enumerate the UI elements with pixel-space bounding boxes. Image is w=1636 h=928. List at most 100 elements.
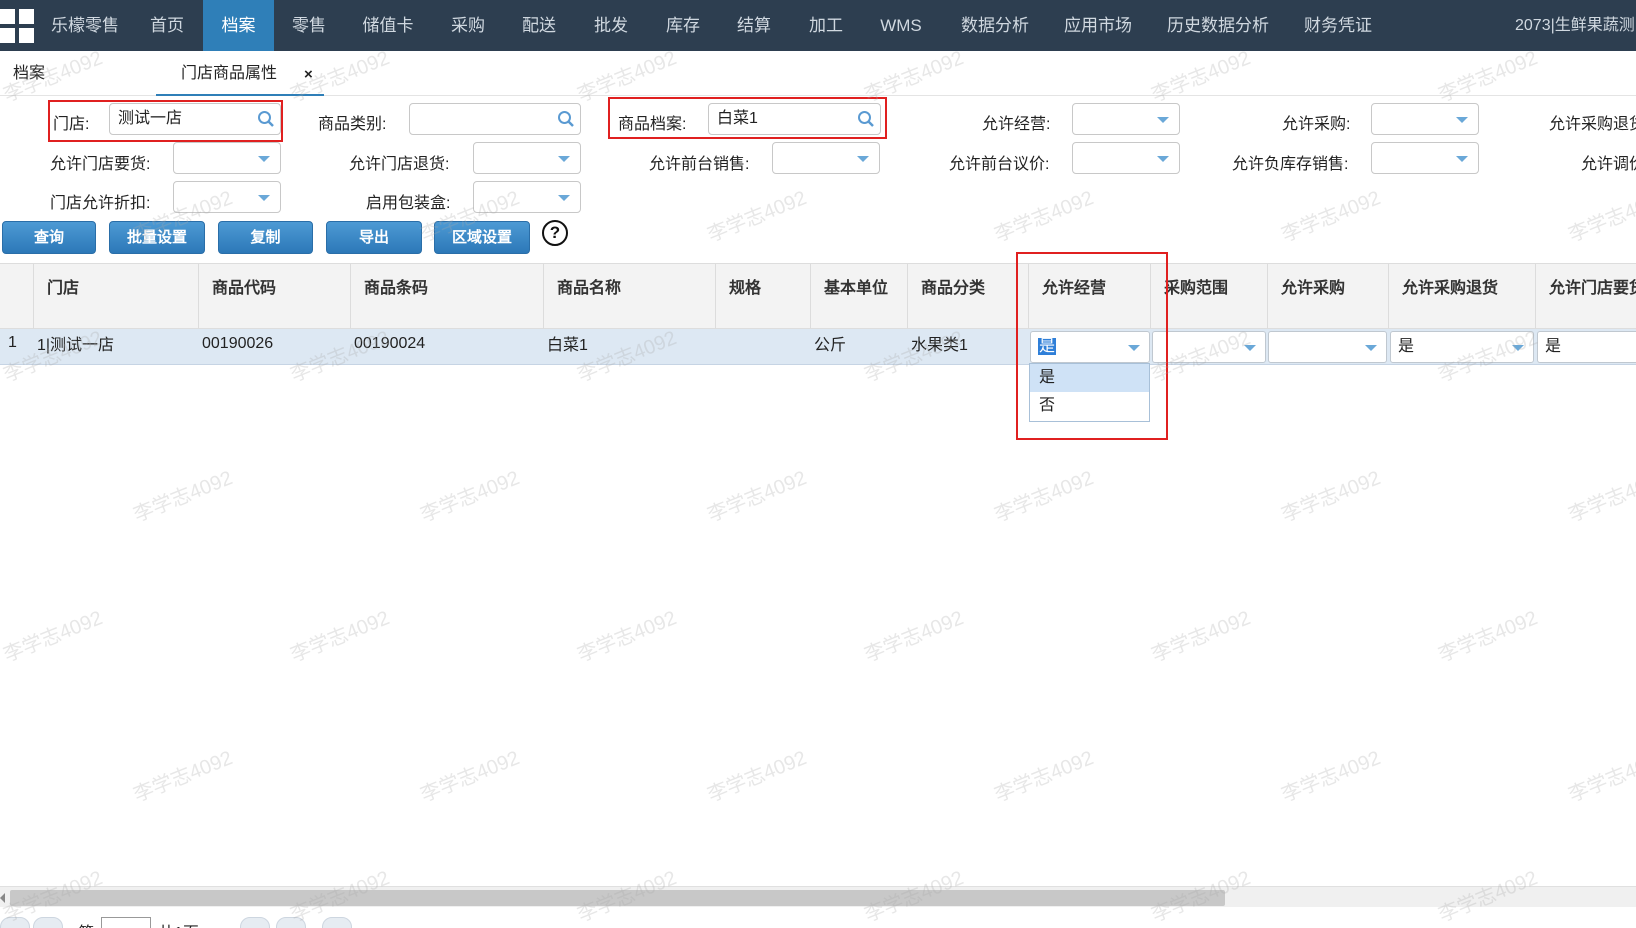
export-button[interactable]: 导出 <box>326 221 422 254</box>
allow-purchase-select[interactable] <box>1371 103 1479 135</box>
allow-negative-stock-select[interactable] <box>1371 142 1479 174</box>
help-icon[interactable]: ? <box>542 220 568 246</box>
watermark-text: 李学志4092 <box>1278 187 1384 247</box>
next-page-icon[interactable] <box>240 917 270 928</box>
nav-item-retail[interactable]: 零售 <box>279 0 339 51</box>
watermark-text: 李学志4092 <box>991 467 1097 527</box>
cell-unit[interactable]: 公斤 <box>810 329 907 365</box>
table-row[interactable]: 1 1|测试一店 00190026 00190024 白菜1 公斤 水果类1 是… <box>0 329 1636 365</box>
chevron-down-icon <box>258 156 270 162</box>
nav-item-archive[interactable]: 档案 <box>203 0 274 51</box>
nav-item-home[interactable]: 首页 <box>137 0 197 51</box>
column-header-barcode[interactable]: 商品条码 <box>350 264 543 330</box>
watermark-text: 李学志4092 <box>1278 467 1384 527</box>
batch-set-button[interactable]: 批量设置 <box>109 221 205 254</box>
item-input[interactable]: 白菜1 <box>708 103 881 135</box>
prev-page-icon[interactable] <box>33 917 63 928</box>
search-icon[interactable] <box>857 110 875 128</box>
nav-item-processing[interactable]: 加工 <box>796 0 856 51</box>
allow-store-return-label: 允许门店退货: <box>349 156 450 173</box>
watermark-text: 李学志4092 <box>130 467 236 527</box>
column-header-allow-store-request[interactable]: 允许门店要货 <box>1535 264 1636 330</box>
nav-item-wms[interactable]: WMS <box>868 0 934 51</box>
cell-category[interactable]: 水果类1 <box>907 329 1028 365</box>
search-icon[interactable] <box>257 110 275 128</box>
column-header-allow-purchase[interactable]: 允许采购 <box>1267 264 1388 330</box>
watermark-text: 李学志4092 <box>417 467 523 527</box>
nav-item-distribution[interactable]: 配送 <box>509 0 569 51</box>
table-header: 门店 商品代码 商品条码 商品名称 规格 基本单位 商品分类 允许经营 采购范围… <box>0 263 1636 330</box>
chevron-down-icon <box>1157 117 1169 123</box>
watermark-text: 李学志4092 <box>704 747 810 807</box>
enable-package-select[interactable] <box>473 181 581 213</box>
nav-item-settlement[interactable]: 结算 <box>724 0 784 51</box>
purchase-scope-cell-select[interactable] <box>1152 331 1266 363</box>
column-header-code[interactable]: 商品代码 <box>198 264 350 330</box>
column-header-spec[interactable]: 规格 <box>715 264 810 330</box>
nav-item-finance-voucher[interactable]: 财务凭证 <box>1295 0 1381 51</box>
allow-store-return-select[interactable] <box>473 142 581 174</box>
watermark-text: 李学志4092 <box>704 187 810 247</box>
current-store[interactable]: 2073|生鲜果蔬测 <box>1515 0 1635 51</box>
scroll-left-arrow-icon[interactable] <box>0 893 5 903</box>
nav-item-purchase[interactable]: 采购 <box>438 0 498 51</box>
allow-front-bargain-select[interactable] <box>1072 142 1180 174</box>
allow-negative-stock-label: 允许负库存销售: <box>1232 156 1349 173</box>
chevron-down-icon <box>558 195 570 201</box>
refresh-icon[interactable] <box>322 917 352 928</box>
allow-front-sale-label: 允许前台销售: <box>649 156 750 173</box>
horizontal-scrollbar[interactable] <box>0 886 1636 907</box>
region-set-button[interactable]: 区域设置 <box>434 221 530 254</box>
store-input[interactable]: 测试一店 <box>109 103 281 135</box>
chevron-down-icon <box>1157 156 1169 162</box>
nav-item-inventory[interactable]: 库存 <box>653 0 713 51</box>
chevron-down-icon <box>258 195 270 201</box>
nav-brand[interactable]: 乐檬零售 <box>42 0 128 51</box>
allow-operate-select[interactable] <box>1072 103 1180 135</box>
allow-store-request-cell-select[interactable]: 是 <box>1537 331 1636 363</box>
cell-spec[interactable] <box>715 329 810 365</box>
cell-store[interactable]: 1|测试一店 <box>33 329 198 365</box>
allow-purchase-return-cell-select[interactable]: 是 <box>1390 331 1534 363</box>
app-grid-icon[interactable] <box>0 9 34 43</box>
close-icon[interactable]: × <box>304 51 313 96</box>
store-input-value: 测试一店 <box>118 110 183 127</box>
column-header-allow-purchase-return[interactable]: 允许采购退货 <box>1388 264 1535 330</box>
category-input[interactable] <box>409 103 581 135</box>
cell-code[interactable]: 00190026 <box>198 329 350 365</box>
nav-item-app-market[interactable]: 应用市场 <box>1055 0 1141 51</box>
page-number-input[interactable] <box>101 917 151 928</box>
nav-item-data-analysis[interactable]: 数据分析 <box>950 0 1040 51</box>
watermark-text: 李学志4092 <box>991 747 1097 807</box>
cell-name[interactable]: 白菜1 <box>543 329 715 365</box>
column-header-unit[interactable]: 基本单位 <box>810 264 907 330</box>
query-button[interactable]: 查询 <box>2 221 96 254</box>
nav-item-stored-value-card[interactable]: 储值卡 <box>350 0 426 51</box>
watermark-text: 李学志4092 <box>287 607 393 667</box>
pager: 第 共1页 <box>0 907 1636 928</box>
chevron-down-icon <box>558 156 570 162</box>
copy-button[interactable]: 复制 <box>218 221 313 254</box>
column-header-name[interactable]: 商品名称 <box>543 264 715 330</box>
watermark-text: 李学志4092 <box>0 607 106 667</box>
last-page-icon[interactable] <box>276 917 306 928</box>
allow-purchase-cell-select[interactable] <box>1268 331 1387 363</box>
nav-item-history-analysis[interactable]: 历史数据分析 <box>1157 0 1279 51</box>
chevron-down-icon <box>1456 117 1468 123</box>
tab-archive[interactable]: 档案 <box>13 51 45 96</box>
top-nav-bar: 乐檬零售 首页 档案 零售 储值卡 采购 配送 批发 库存 结算 加工 WMS … <box>0 0 1636 51</box>
watermark-text: 李学志4092 <box>417 747 523 807</box>
scrollbar-thumb[interactable] <box>10 890 1225 906</box>
cell-barcode[interactable]: 00190024 <box>350 329 543 365</box>
first-page-icon[interactable] <box>0 917 30 928</box>
nav-item-wholesale[interactable]: 批发 <box>581 0 641 51</box>
store-discount-select[interactable] <box>173 181 281 213</box>
search-icon[interactable] <box>557 110 575 128</box>
allow-purchase-return-cell-value: 是 <box>1398 338 1415 355</box>
column-header-category[interactable]: 商品分类 <box>907 264 1028 330</box>
allow-front-sale-select[interactable] <box>772 142 880 174</box>
column-header-store[interactable]: 门店 <box>33 264 198 330</box>
page-prefix: 第 <box>78 919 94 928</box>
tab-store-item-attributes[interactable]: 门店商品属性 <box>156 51 324 96</box>
allow-store-request-select[interactable] <box>173 142 281 174</box>
